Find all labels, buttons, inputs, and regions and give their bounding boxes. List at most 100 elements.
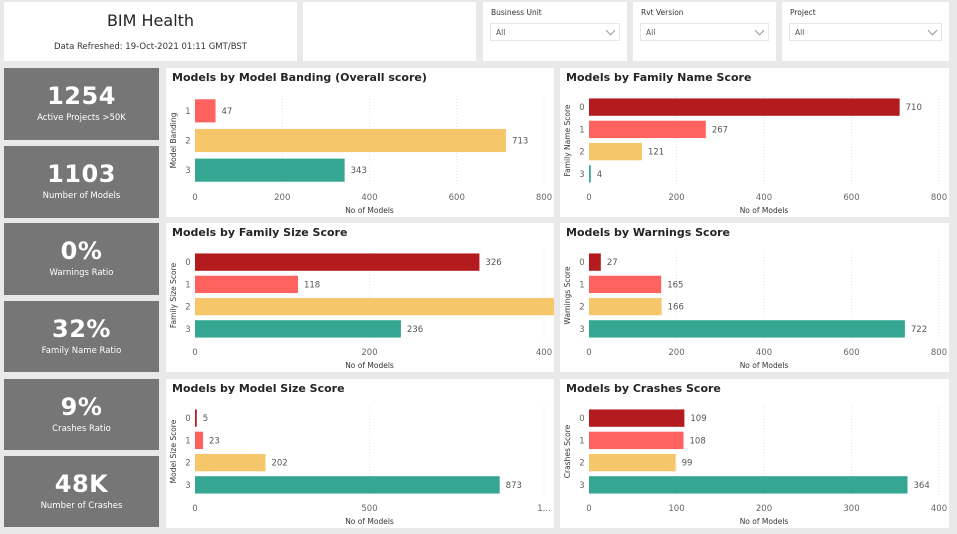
data-label: 5	[203, 414, 208, 424]
data-label: 722	[911, 325, 927, 335]
slicer-label: Rvt Version	[641, 8, 684, 17]
business-unit-dropdown[interactable]: All	[490, 23, 620, 41]
bar	[589, 476, 908, 494]
bar	[589, 165, 591, 183]
project-dropdown[interactable]: All	[789, 23, 942, 41]
x-axis-label: No of Models	[740, 361, 789, 370]
data-label: 118	[304, 280, 320, 290]
y-tick-label: 0	[579, 414, 584, 424]
x-tick-label: 800	[536, 193, 552, 203]
y-tick-label: 0	[579, 103, 584, 113]
bar	[589, 253, 601, 271]
bar	[195, 275, 298, 294]
bar	[195, 297, 554, 316]
chart-family-size-score[interactable]: Models by Family Size Score 0 200 400 No of…	[166, 223, 554, 372]
x-tick-label: 400	[361, 193, 377, 203]
x-tick-label: 0	[192, 348, 197, 358]
kpi-label: Family Name Ratio	[41, 346, 122, 356]
kpi-value: 9%	[60, 393, 103, 421]
y-tick-label: 2	[185, 137, 190, 147]
chart-svg: 0 500 1... No of Models Model Size Score 0 5 1 2…	[169, 407, 551, 526]
data-label: 326	[485, 258, 501, 268]
data-refreshed-text: Data Refreshed: 19-Oct-2021 01:11 GMT/BS…	[54, 42, 247, 52]
bar	[589, 431, 684, 450]
y-axis-label: Crashes Score	[563, 424, 572, 478]
report-title-card: BIM Health Data Refreshed: 19-Oct-2021 0…	[4, 2, 297, 61]
y-axis-label: Family Name Score	[563, 104, 572, 176]
x-tick-label: 800	[931, 348, 947, 358]
chart-svg: 0 200 400 600 800 No of Models Model Banding 1 4…	[169, 96, 552, 215]
bar	[195, 409, 197, 427]
x-tick-label: 300	[843, 504, 859, 514]
x-tick-label: 800	[931, 193, 947, 203]
y-tick-label: 3	[185, 481, 190, 491]
bar	[195, 453, 266, 472]
x-tick-label: 400	[536, 348, 552, 358]
y-tick-label: 3	[579, 325, 584, 335]
x-tick-label: 1...	[537, 504, 551, 514]
bar	[589, 142, 642, 161]
kpi-family-name-ratio: 32% Family Name Ratio	[4, 301, 159, 372]
data-label: 202	[271, 459, 287, 469]
chart-model-banding[interactable]: Models by Model Banding (Overall score) …	[166, 68, 554, 217]
data-label: 343	[351, 166, 367, 176]
kpi-crashes-ratio: 9% Crashes Ratio	[4, 379, 159, 450]
kpi-label: Number of Crashes	[40, 501, 123, 511]
y-tick-label: 2	[579, 303, 584, 313]
y-axis-label: Model Banding	[169, 112, 178, 168]
kpi-label: Warnings Ratio	[49, 268, 114, 278]
y-tick-label: 3	[579, 481, 584, 491]
data-label: 873	[506, 481, 522, 491]
chart-warnings-score[interactable]: Models by Warnings Score 0 200 400 600 800 No…	[560, 223, 949, 372]
rvt-version-dropdown[interactable]: All	[640, 23, 769, 41]
dropdown-value: All	[646, 27, 656, 37]
y-tick-label: 0	[185, 414, 190, 424]
y-tick-label: 1	[579, 125, 584, 135]
kpi-number-of-models: 1103 Number of Models	[4, 146, 159, 218]
x-tick-label: 400	[756, 193, 772, 203]
dropdown-value: All	[496, 27, 506, 37]
x-tick-label: 400	[931, 504, 947, 514]
chart-family-name-score[interactable]: Models by Family Name Score 0 200 400 600 80…	[560, 68, 949, 217]
y-axis-label: Model Size Score	[169, 419, 178, 483]
slicer-label: Project	[790, 8, 816, 17]
data-label: 165	[667, 280, 683, 290]
x-tick-label: 600	[843, 193, 859, 203]
kpi-value: 0%	[60, 237, 103, 265]
y-axis-label: Warnings Score	[563, 266, 572, 325]
chart-svg: 0 200 400 600 800 No of Models Warnings Score 0…	[563, 251, 947, 370]
dropdown-value: All	[795, 27, 805, 37]
bar	[195, 128, 507, 153]
kpi-active-projects: 1254 Active Projects >50K	[4, 68, 159, 140]
y-tick-label: 3	[579, 170, 584, 180]
slicer-business-unit: Business Unit All	[483, 2, 627, 61]
slicer-project: Project All	[782, 2, 949, 61]
chart-svg: 0 200 400 No of Models Family Size Score 0 326…	[169, 251, 554, 370]
y-tick-label: 1	[185, 107, 190, 117]
x-tick-label: 600	[843, 348, 859, 358]
kpi-value: 48K	[54, 470, 109, 498]
x-tick-label: 500	[361, 504, 377, 514]
x-axis-label: No of Models	[345, 206, 394, 215]
chart-model-size-score[interactable]: Models by Model Size Score 0 500 1... No of…	[166, 379, 554, 528]
y-tick-label: 3	[185, 325, 190, 335]
y-tick-label: 2	[185, 459, 190, 469]
x-tick-label: 200	[668, 193, 684, 203]
x-tick-label: 0	[586, 348, 591, 358]
kpi-warnings-ratio: 0% Warnings Ratio	[4, 223, 159, 295]
x-axis-label: No of Models	[740, 206, 789, 215]
bar	[589, 275, 662, 294]
y-tick-label: 1	[579, 436, 584, 446]
x-tick-label: 0	[192, 193, 197, 203]
chevron-down-icon	[605, 25, 616, 35]
report-title: BIM Health	[106, 11, 195, 30]
y-tick-label: 2	[579, 148, 584, 158]
bar	[195, 253, 480, 271]
x-tick-label: 400	[756, 348, 772, 358]
data-label: 109	[690, 414, 706, 424]
chart-svg: 0 200 400 600 800 No of Models Family Name Sco…	[563, 96, 947, 215]
chart-crashes-score[interactable]: Models by Crashes Score 0 100 200 300 400 No …	[560, 379, 949, 528]
x-axis-label: No of Models	[345, 517, 394, 526]
bar	[589, 320, 905, 338]
y-tick-label: 2	[185, 303, 190, 313]
